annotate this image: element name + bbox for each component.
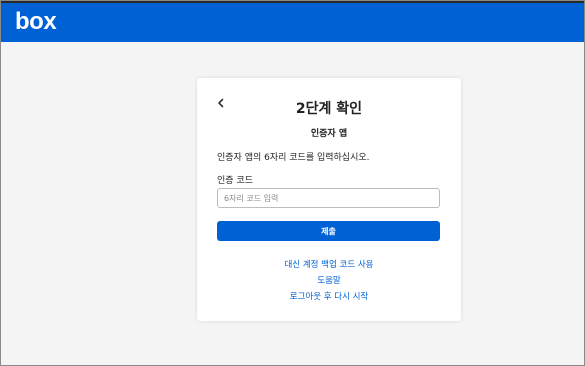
use-backup-code-link[interactable]: 대신 계정 백업 코드 사용 [197,257,461,273]
help-link[interactable]: 도움말 [197,273,461,289]
method-subtitle: 인증자 앱 [310,129,348,139]
two-step-verification-card: 2단계 확인 인증자 앱 인증자 앱의 6자리 코드를 입력하십시오. 인증 코… [197,78,461,321]
page-frame: box 2단계 확인 인증자 앱 인증자 앱의 6자리 코드를 입력하십시오. … [0,0,585,366]
logout-restart-link[interactable]: 로그아웃 후 다시 시작 [197,289,461,305]
page-title: 2단계 확인 [295,101,363,117]
alternate-options: 대신 계정 백업 코드 사용 도움말 로그아웃 후 다시 시작 [197,257,461,305]
code-field-label: 인증 코드 [217,176,253,186]
instruction-text: 인증자 앱의 6자리 코드를 입력하십시오. [217,153,370,163]
verification-code-input[interactable] [217,188,440,208]
box-logo[interactable]: box [15,8,57,36]
top-bar: box [1,1,584,42]
submit-button[interactable]: 제출 [217,221,440,241]
